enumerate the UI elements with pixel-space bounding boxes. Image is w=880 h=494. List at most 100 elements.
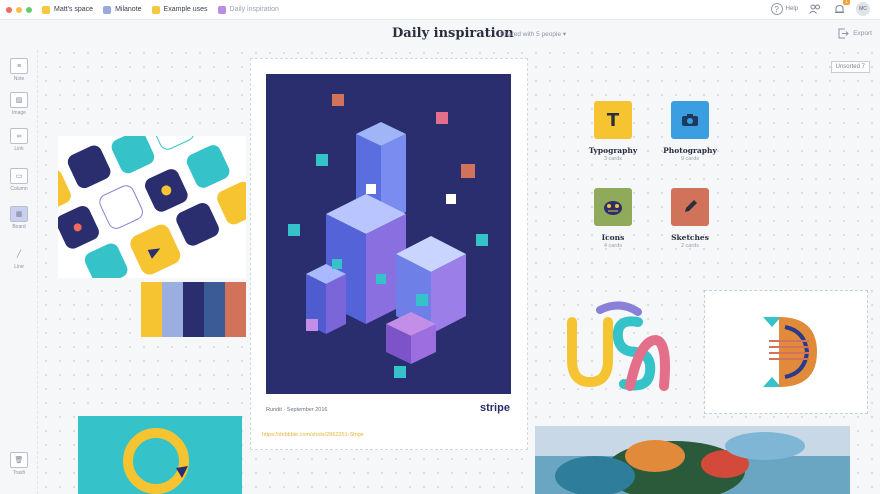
isometric-poster-image xyxy=(266,74,511,394)
bell-icon xyxy=(834,4,844,13)
breadcrumb-label: Matt's space xyxy=(54,6,94,13)
note-icon: ≡ xyxy=(10,58,28,74)
pencil-icon xyxy=(671,188,709,226)
tool-label: Link xyxy=(14,146,24,152)
stripe-logo: stripe xyxy=(480,402,510,414)
breadcrumb-label: Example uses xyxy=(163,6,208,13)
breadcrumb-label: Milanote xyxy=(115,6,142,13)
top-bar: Matt's space Milanote Example uses Daily… xyxy=(0,0,880,20)
image-card-ornament[interactable] xyxy=(704,290,868,414)
board-icon: ▦ xyxy=(10,206,28,222)
unsorted-label: Unsorted xyxy=(835,64,860,70)
shared-with-dropdown[interactable]: Shared with 5 people ▾ xyxy=(500,30,566,38)
isometric-illustration xyxy=(266,74,511,394)
column-icon: ▭ xyxy=(10,168,28,184)
shared-label: Shared with 5 people xyxy=(500,31,562,38)
ornament-illustration xyxy=(763,317,817,387)
line-tool[interactable]: ╱ Line xyxy=(0,246,38,270)
tool-label: Image xyxy=(12,110,26,116)
board-card-sketches[interactable]: Sketches 2 cards xyxy=(650,188,730,249)
board-icon xyxy=(103,5,112,14)
usa-lettering-illustration xyxy=(567,301,670,391)
export-label: Export xyxy=(853,30,872,37)
board-header: Daily inspiration Shared with 5 people ▾… xyxy=(0,26,880,46)
space-icon xyxy=(42,5,50,14)
top-right-actions: ? Help 1 MC xyxy=(770,0,870,16)
trash-tool[interactable]: 🗑 Trash xyxy=(0,452,38,476)
monster-icon xyxy=(594,188,632,226)
line-icon: ╱ xyxy=(16,251,22,258)
teal-illustration xyxy=(78,416,242,494)
export-button[interactable]: Export xyxy=(838,28,872,39)
trash-icon: 🗑 xyxy=(10,452,28,468)
camera-glyph xyxy=(682,114,698,126)
page-title[interactable]: Daily inspiration xyxy=(392,26,514,41)
board-count: 9 cards xyxy=(680,156,700,162)
color-swatch xyxy=(162,282,183,337)
minimize-window-button[interactable] xyxy=(16,6,22,13)
board-card-icons[interactable]: Icons 4 cards xyxy=(573,188,653,249)
image-icon: ▨ xyxy=(10,92,28,108)
link-tool[interactable]: ∞ Link xyxy=(0,128,38,152)
color-swatch xyxy=(183,282,204,337)
link-icon: ∞ xyxy=(10,128,28,144)
avatar[interactable]: MC xyxy=(856,2,870,16)
color-swatch xyxy=(141,282,162,337)
photo-illustration xyxy=(535,426,850,494)
export-icon xyxy=(838,28,849,39)
board-card-typography[interactable]: T Typography 3 cards xyxy=(573,101,653,162)
typography-icon: T xyxy=(594,101,632,139)
board-count: 3 cards xyxy=(603,156,623,162)
pencil-glyph xyxy=(685,200,697,212)
color-swatch xyxy=(225,282,246,337)
unsorted-button[interactable]: Unsorted 7 xyxy=(830,61,870,73)
maximize-window-button[interactable] xyxy=(26,6,32,13)
board-card-photography[interactable]: Photography 9 cards xyxy=(650,101,730,162)
image-card-pattern[interactable] xyxy=(58,136,246,278)
breadcrumb-item[interactable]: Example uses xyxy=(151,5,208,14)
close-window-button[interactable] xyxy=(6,6,12,13)
board-name: Typography xyxy=(588,146,638,155)
image-card-teal[interactable] xyxy=(78,416,242,494)
board-name: Sketches xyxy=(671,233,709,242)
people-icon xyxy=(809,4,820,14)
link-url[interactable]: https://dribbble.com/shots/2862351-Strip… xyxy=(262,432,364,438)
board-name: Photography xyxy=(663,146,717,155)
board-icon xyxy=(217,5,226,14)
image-card-photo[interactable] xyxy=(535,426,850,494)
board-count: 2 cards xyxy=(680,243,700,249)
tool-label: Board xyxy=(12,224,26,230)
image-tool[interactable]: ▨ Image xyxy=(0,92,38,116)
board-icon xyxy=(151,5,160,14)
help-label: Help xyxy=(785,6,798,12)
unsorted-count: 7 xyxy=(861,64,865,70)
camera-icon xyxy=(671,101,709,139)
help-button[interactable]: ? Help xyxy=(770,3,798,15)
tool-label: Note xyxy=(13,76,25,82)
poster-caption: Rundit · September 2016 xyxy=(266,407,328,413)
question-icon: ? xyxy=(770,3,783,15)
color-swatch-card[interactable] xyxy=(141,282,246,337)
board-count: 4 cards xyxy=(603,243,623,249)
window-controls xyxy=(6,6,32,13)
breadcrumb-label: Daily inspiration xyxy=(229,6,279,13)
note-tool[interactable]: ≡ Note xyxy=(0,58,38,82)
breadcrumb-item[interactable]: Milanote xyxy=(103,5,142,14)
breadcrumb-item[interactable]: Matt's space xyxy=(42,5,94,14)
tool-label: Trash xyxy=(12,470,26,476)
pattern-illustration xyxy=(58,136,246,278)
image-card-usa-lettering[interactable] xyxy=(560,300,670,400)
breadcrumb-item-current[interactable]: Daily inspiration xyxy=(217,5,279,14)
notifications-button[interactable]: 1 xyxy=(832,0,850,16)
chevron-down-icon: ▾ xyxy=(562,31,567,38)
column-tool[interactable]: ▭ Column xyxy=(0,168,38,192)
color-swatch xyxy=(204,282,225,337)
board-tool[interactable]: ▦ Board xyxy=(0,206,38,230)
tool-label: Line xyxy=(14,264,24,270)
tool-label: Column xyxy=(10,186,28,192)
notification-badge: 1 xyxy=(843,0,850,5)
tool-sidebar: ≡ Note ▨ Image ∞ Link ▭ Column ▦ Board ╱… xyxy=(0,50,38,494)
monster-glyph xyxy=(604,201,622,215)
share-people-button[interactable] xyxy=(808,2,822,16)
board-name: Icons xyxy=(601,233,625,242)
